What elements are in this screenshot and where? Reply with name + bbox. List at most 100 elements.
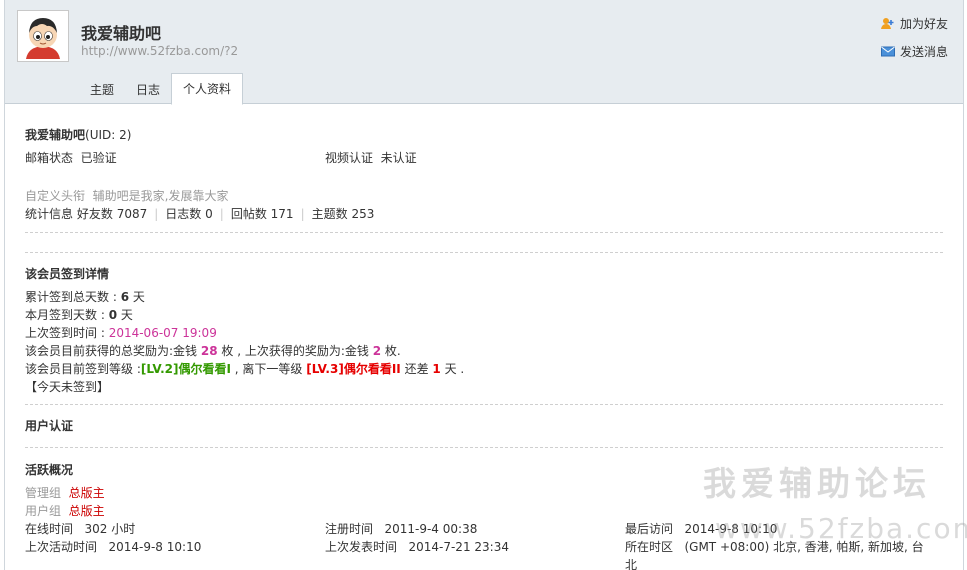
divider <box>25 252 943 253</box>
user-group-value[interactable]: 总版主 <box>69 504 105 518</box>
profile-name: 我爱辅助吧 <box>25 128 86 142</box>
video-auth-row: 视频认证 未认证 <box>325 149 417 166</box>
custom-title-value: 辅助吧是我家,发展靠大家 <box>92 189 229 203</box>
timezone-label: 所在时区 <box>625 540 674 554</box>
site-title: 我爱辅助吧 <box>81 24 162 43</box>
signin-month-days: 本月签到天数 : 0 天 <box>25 306 133 323</box>
reward-prefix: 该会员目前获得的总奖励为:金钱 <box>25 344 201 358</box>
level-next: [LV.3]偶尔看看II <box>306 362 401 376</box>
day-unit: 天 <box>129 290 145 304</box>
online-time-label: 在线时间 <box>25 522 74 536</box>
signin-total-days: 累计签到总天数 : 6 天 <box>25 288 145 305</box>
video-auth-label: 视频认证 <box>325 151 374 165</box>
level-gap: 1 <box>432 362 441 376</box>
send-message-button[interactable]: 发送消息 <box>880 42 948 60</box>
email-status-value: 已验证 <box>80 151 117 165</box>
online-time-value: 302 小时 <box>84 522 136 536</box>
signin-last-time-value: 2014-06-07 19:09 <box>108 326 217 340</box>
video-auth-value: 未认证 <box>380 151 417 165</box>
admin-group-label: 管理组 <box>25 486 62 500</box>
last-post-value: 2014-7-21 23:34 <box>408 540 509 554</box>
activity-heading: 活跃概况 <box>25 463 74 477</box>
separator: | <box>219 207 224 221</box>
last-active-value: 2014-9-8 10:10 <box>108 540 202 554</box>
signin-last-time-label: 上次签到时间 : <box>25 326 109 340</box>
signin-last-time: 上次签到时间 : 2014-06-07 19:09 <box>25 324 217 341</box>
tab-blogs[interactable]: 日志 <box>125 76 171 104</box>
profile-tabs: 主题 日志 个人资料 <box>79 73 244 105</box>
last-active-label: 上次活动时间 <box>25 540 98 554</box>
divider <box>25 447 943 448</box>
custom-title-label: 自定义头衔 <box>25 189 86 203</box>
space-header: 我爱辅助吧 http://www.52fzba.com/?2 加为好友 发送消息 <box>5 0 963 105</box>
threads-label: 主题数 <box>311 207 348 221</box>
custom-title-row: 自定义头衔 辅助吧是我家,发展靠大家 <box>25 187 228 204</box>
divider <box>25 404 943 405</box>
signin-month-days-label: 本月签到天数 : <box>25 308 109 322</box>
separator: | <box>154 207 159 221</box>
day-unit: 天 <box>117 308 133 322</box>
last-visit-label: 最后访问 <box>625 522 674 536</box>
add-friend-label: 加为好友 <box>899 16 948 31</box>
replies-label: 回帖数 <box>230 207 267 221</box>
profile-uid: (UID: 2) <box>85 128 132 142</box>
email-status-row: 邮箱状态 已验证 <box>25 149 117 166</box>
timezone-value-wrap: 北 <box>625 558 638 570</box>
watermark-url: www.52fzba.com <box>715 512 967 545</box>
reward-suffix: 枚. <box>381 344 401 358</box>
send-message-label: 发送消息 <box>899 44 948 59</box>
admin-group-value[interactable]: 总版主 <box>69 486 105 500</box>
signin-month-days-value: 0 <box>108 308 118 322</box>
site-url[interactable]: http://www.52fzba.com/?2 <box>81 44 238 58</box>
level-current: [LV.2]偶尔看看I <box>140 362 231 376</box>
last-post-row: 上次发表时间 2014-7-21 23:34 <box>325 538 509 555</box>
signin-total-days-value: 6 <box>120 290 130 304</box>
reward-mid: 枚 , 上次获得的奖励为:金钱 <box>217 344 373 358</box>
avatar[interactable] <box>17 10 69 62</box>
user-group-label: 用户组 <box>25 504 62 518</box>
register-time-label: 注册时间 <box>325 522 374 536</box>
tab-threads[interactable]: 主题 <box>79 76 125 104</box>
user-auth-heading: 用户认证 <box>25 419 74 433</box>
friends-label: 好友数 <box>76 207 113 221</box>
reward-total: 28 <box>200 344 218 358</box>
user-group-row: 用户组 总版主 <box>25 502 105 519</box>
online-time-row: 在线时间 302 小时 <box>25 520 135 537</box>
stats-row: 统计信息 好友数 7087 | 日志数 0 | 回帖数 171 | 主题数 253 <box>25 205 374 222</box>
stats-label: 统计信息 <box>25 207 74 221</box>
friends-link[interactable]: 好友数 7087 <box>77 207 147 221</box>
level-mid: , 离下一等级 <box>230 362 307 376</box>
avatar-cartoon-icon <box>20 13 66 59</box>
header-actions: 加为好友 发送消息 <box>880 14 948 70</box>
divider <box>25 232 943 233</box>
register-time-row: 注册时间 2011-9-4 00:38 <box>325 520 477 537</box>
level-gap-suffix: 天 . <box>440 362 465 376</box>
signin-level: 该会员目前签到等级 :[LV.2]偶尔看看I , 离下一等级 [LV.3]偶尔看… <box>25 360 464 377</box>
threads-value: 253 <box>351 207 375 221</box>
replies-link[interactable]: 回帖数 171 <box>231 207 294 221</box>
admin-group-row: 管理组 总版主 <box>25 484 105 501</box>
reward-last: 2 <box>372 344 382 358</box>
register-time-value: 2011-9-4 00:38 <box>384 522 478 536</box>
last-post-label: 上次发表时间 <box>325 540 398 554</box>
tab-profile[interactable]: 个人资料 <box>171 73 244 105</box>
signin-total-days-label: 累计签到总天数 : <box>25 290 121 304</box>
envelope-icon <box>880 46 895 56</box>
blogs-value: 0 <box>205 207 213 221</box>
watermark-title: 我爱辅助论坛 <box>703 464 931 503</box>
threads-link[interactable]: 主题数 253 <box>312 207 375 221</box>
level-prefix: 该会员目前签到等级 : <box>25 362 141 376</box>
email-status-label: 邮箱状态 <box>25 151 74 165</box>
replies-value: 171 <box>270 207 294 221</box>
profile-name-row: 我爱辅助吧(UID: 2) <box>25 126 131 143</box>
signin-today-status: 【今天未签到】 <box>25 380 110 394</box>
last-active-row: 上次活动时间 2014-9-8 10:10 <box>25 538 201 555</box>
profile-page: 我爱辅助吧 http://www.52fzba.com/?2 加为好友 发送消息 <box>4 0 967 570</box>
signin-reward: 该会员目前获得的总奖励为:金钱 28 枚 , 上次获得的奖励为:金钱 2 枚. <box>25 342 401 359</box>
blogs-link[interactable]: 日志数 0 <box>165 207 212 221</box>
add-friend-icon <box>880 17 894 29</box>
signin-heading: 该会员签到详情 <box>25 267 110 281</box>
friends-value: 7087 <box>116 207 148 221</box>
level-gap-prefix: 还差 <box>400 362 433 376</box>
add-friend-button[interactable]: 加为好友 <box>880 14 948 32</box>
